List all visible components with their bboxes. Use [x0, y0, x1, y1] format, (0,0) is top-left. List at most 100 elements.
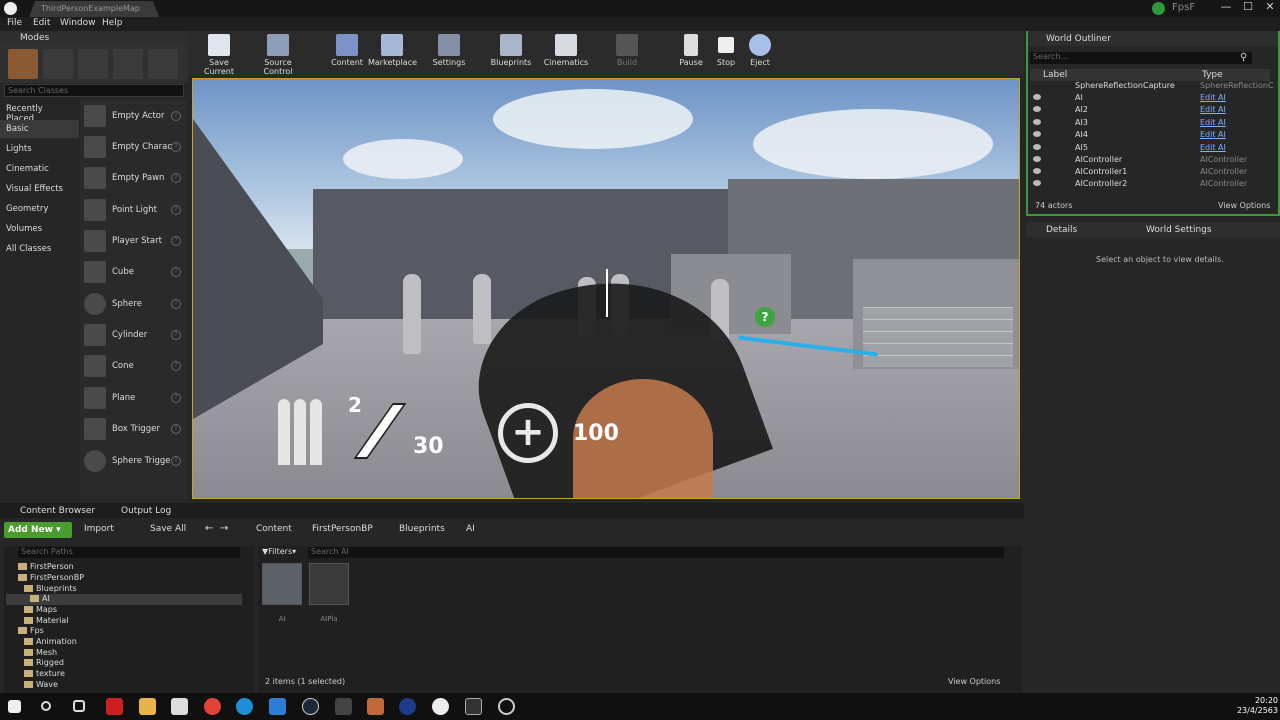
- help-icon[interactable]: ?: [171, 173, 181, 183]
- column-label[interactable]: Label: [1043, 70, 1067, 80]
- source-control-button[interactable]: Source Control: [249, 34, 307, 76]
- search-icon[interactable]: [41, 701, 51, 711]
- outliner-view-options[interactable]: View Options: [1218, 201, 1270, 210]
- minimize-button[interactable]: —: [1216, 0, 1236, 16]
- category-basic[interactable]: Basic: [0, 120, 79, 138]
- outliner-row[interactable]: SphereReflectionCapture SphereReflectionC: [1030, 80, 1274, 92]
- outliner-row[interactable]: AI5 Edit AI: [1030, 142, 1270, 154]
- item-plane[interactable]: Plane?: [80, 383, 187, 413]
- chrome-icon[interactable]: [204, 698, 221, 715]
- place-mode-icon[interactable]: [8, 49, 38, 79]
- build-button[interactable]: Build: [612, 34, 642, 67]
- import-button[interactable]: Import: [84, 524, 114, 534]
- item-cylinder[interactable]: Cylinder?: [80, 320, 187, 350]
- add-new-button[interactable]: Add New ▾: [4, 522, 72, 538]
- steam-icon[interactable]: [302, 698, 319, 715]
- blueprints-button[interactable]: Blueprints: [490, 34, 532, 67]
- landscape-mode-icon[interactable]: [78, 49, 108, 79]
- menu-window[interactable]: Window: [60, 18, 96, 28]
- app-icon[interactable]: [367, 698, 384, 715]
- visibility-eye-icon[interactable]: [1033, 119, 1041, 125]
- category-lights[interactable]: Lights: [0, 140, 79, 158]
- settings-button[interactable]: Settings: [432, 34, 466, 67]
- column-type[interactable]: Type: [1202, 70, 1223, 80]
- item-sphere-trigger[interactable]: Sphere Trigge?: [80, 446, 187, 476]
- category-recently-placed[interactable]: Recently Placed: [0, 100, 79, 124]
- outliner-row[interactable]: AI2 Edit AI: [1030, 104, 1270, 116]
- tree-item[interactable]: FirstPersonBP: [18, 573, 84, 584]
- app-icon[interactable]: [335, 698, 352, 715]
- item-box-trigger[interactable]: Box Trigger?: [80, 414, 187, 444]
- menu-edit[interactable]: Edit: [33, 18, 50, 28]
- tree-item[interactable]: texture: [24, 669, 65, 680]
- outliner-row[interactable]: AIController AIController: [1030, 154, 1270, 166]
- outliner-row[interactable]: AIController2 AIController: [1030, 178, 1270, 190]
- item-sphere[interactable]: Sphere?: [80, 289, 187, 319]
- content-view-options[interactable]: View Options: [948, 677, 1000, 686]
- tree-item[interactable]: Maps: [24, 605, 57, 616]
- item-player-start[interactable]: Player Start?: [80, 226, 187, 256]
- item-point-light[interactable]: Point Light?: [80, 195, 187, 225]
- help-icon[interactable]: ?: [171, 205, 181, 215]
- tab-output-log[interactable]: Output Log: [121, 506, 171, 516]
- cinematics-button[interactable]: Cinematics: [543, 34, 589, 67]
- game-viewport[interactable]: ? 2 30 + 100: [192, 78, 1020, 499]
- app-icon[interactable]: [399, 698, 416, 715]
- back-arrow-icon[interactable]: ←: [205, 523, 213, 534]
- category-volumes[interactable]: Volumes: [0, 220, 79, 238]
- tree-item[interactable]: Fps: [18, 626, 44, 637]
- help-icon[interactable]: ?: [171, 111, 181, 121]
- store-icon[interactable]: [171, 698, 188, 715]
- close-button[interactable]: ✕: [1260, 0, 1280, 16]
- tab-world-settings[interactable]: World Settings: [1146, 225, 1212, 235]
- breadcrumb-ai[interactable]: AI: [466, 524, 475, 534]
- edge-icon[interactable]: [236, 698, 253, 715]
- breadcrumb-content[interactable]: Content: [256, 524, 292, 534]
- epic-games-icon[interactable]: [465, 698, 482, 715]
- paint-mode-icon[interactable]: [43, 49, 73, 79]
- save-current-button[interactable]: Save Current: [194, 34, 244, 76]
- system-clock[interactable]: 20:20 23/4/2563: [1234, 696, 1278, 716]
- file-explorer-icon[interactable]: [139, 698, 156, 715]
- map-tab[interactable]: ThirdPersonExampleMap: [29, 1, 159, 17]
- outliner-search-input[interactable]: Search...: [1030, 52, 1252, 64]
- app-icon[interactable]: [106, 698, 123, 715]
- search-assets-input[interactable]: Search AI: [308, 547, 1004, 558]
- obs-icon[interactable]: [498, 698, 515, 715]
- tree-item[interactable]: Animation: [24, 637, 77, 648]
- menu-help[interactable]: Help: [102, 18, 123, 28]
- foliage-mode-icon[interactable]: [113, 49, 143, 79]
- tree-item[interactable]: FirstPerson: [18, 562, 74, 573]
- item-empty-actor[interactable]: Empty Actor?: [80, 101, 187, 131]
- maximize-button[interactable]: ☐: [1238, 0, 1258, 16]
- breadcrumb-blueprints[interactable]: Blueprints: [399, 524, 445, 534]
- tree-item[interactable]: Rigged: [24, 658, 64, 669]
- outliner-row[interactable]: AI Edit AI: [1030, 92, 1270, 104]
- item-cone[interactable]: Cone?: [80, 351, 187, 381]
- save-all-button[interactable]: Save All: [150, 524, 186, 534]
- help-icon[interactable]: ?: [171, 330, 181, 340]
- category-geometry[interactable]: Geometry: [0, 200, 79, 218]
- asset-tile-ai[interactable]: [262, 563, 302, 605]
- category-all-classes[interactable]: All Classes: [0, 240, 79, 258]
- marketplace-button[interactable]: Marketplace: [368, 34, 417, 67]
- item-cube[interactable]: Cube?: [80, 257, 187, 287]
- help-icon[interactable]: ?: [171, 456, 181, 466]
- item-empty-pawn[interactable]: Empty Pawn?: [80, 163, 187, 193]
- visibility-eye-icon[interactable]: [1033, 180, 1041, 186]
- category-cinematic[interactable]: Cinematic: [0, 160, 79, 178]
- content-button[interactable]: Content: [330, 34, 364, 67]
- tree-item-selected[interactable]: AI: [6, 594, 242, 605]
- task-view-icon[interactable]: [73, 700, 85, 712]
- search-paths-input[interactable]: Search Paths: [18, 547, 240, 558]
- help-icon[interactable]: ?: [171, 361, 181, 371]
- eject-button[interactable]: Eject: [746, 34, 774, 67]
- outliner-row[interactable]: AIController1 AIController: [1030, 166, 1270, 178]
- pause-button[interactable]: Pause: [676, 34, 706, 67]
- help-icon[interactable]: ?: [171, 236, 181, 246]
- stop-button[interactable]: Stop: [712, 34, 740, 67]
- visibility-eye-icon[interactable]: [1033, 168, 1041, 174]
- geometry-mode-icon[interactable]: [148, 49, 178, 79]
- filters-button[interactable]: ▼Filters▾: [262, 547, 296, 556]
- breadcrumb-firstpersonbp[interactable]: FirstPersonBP: [312, 524, 373, 534]
